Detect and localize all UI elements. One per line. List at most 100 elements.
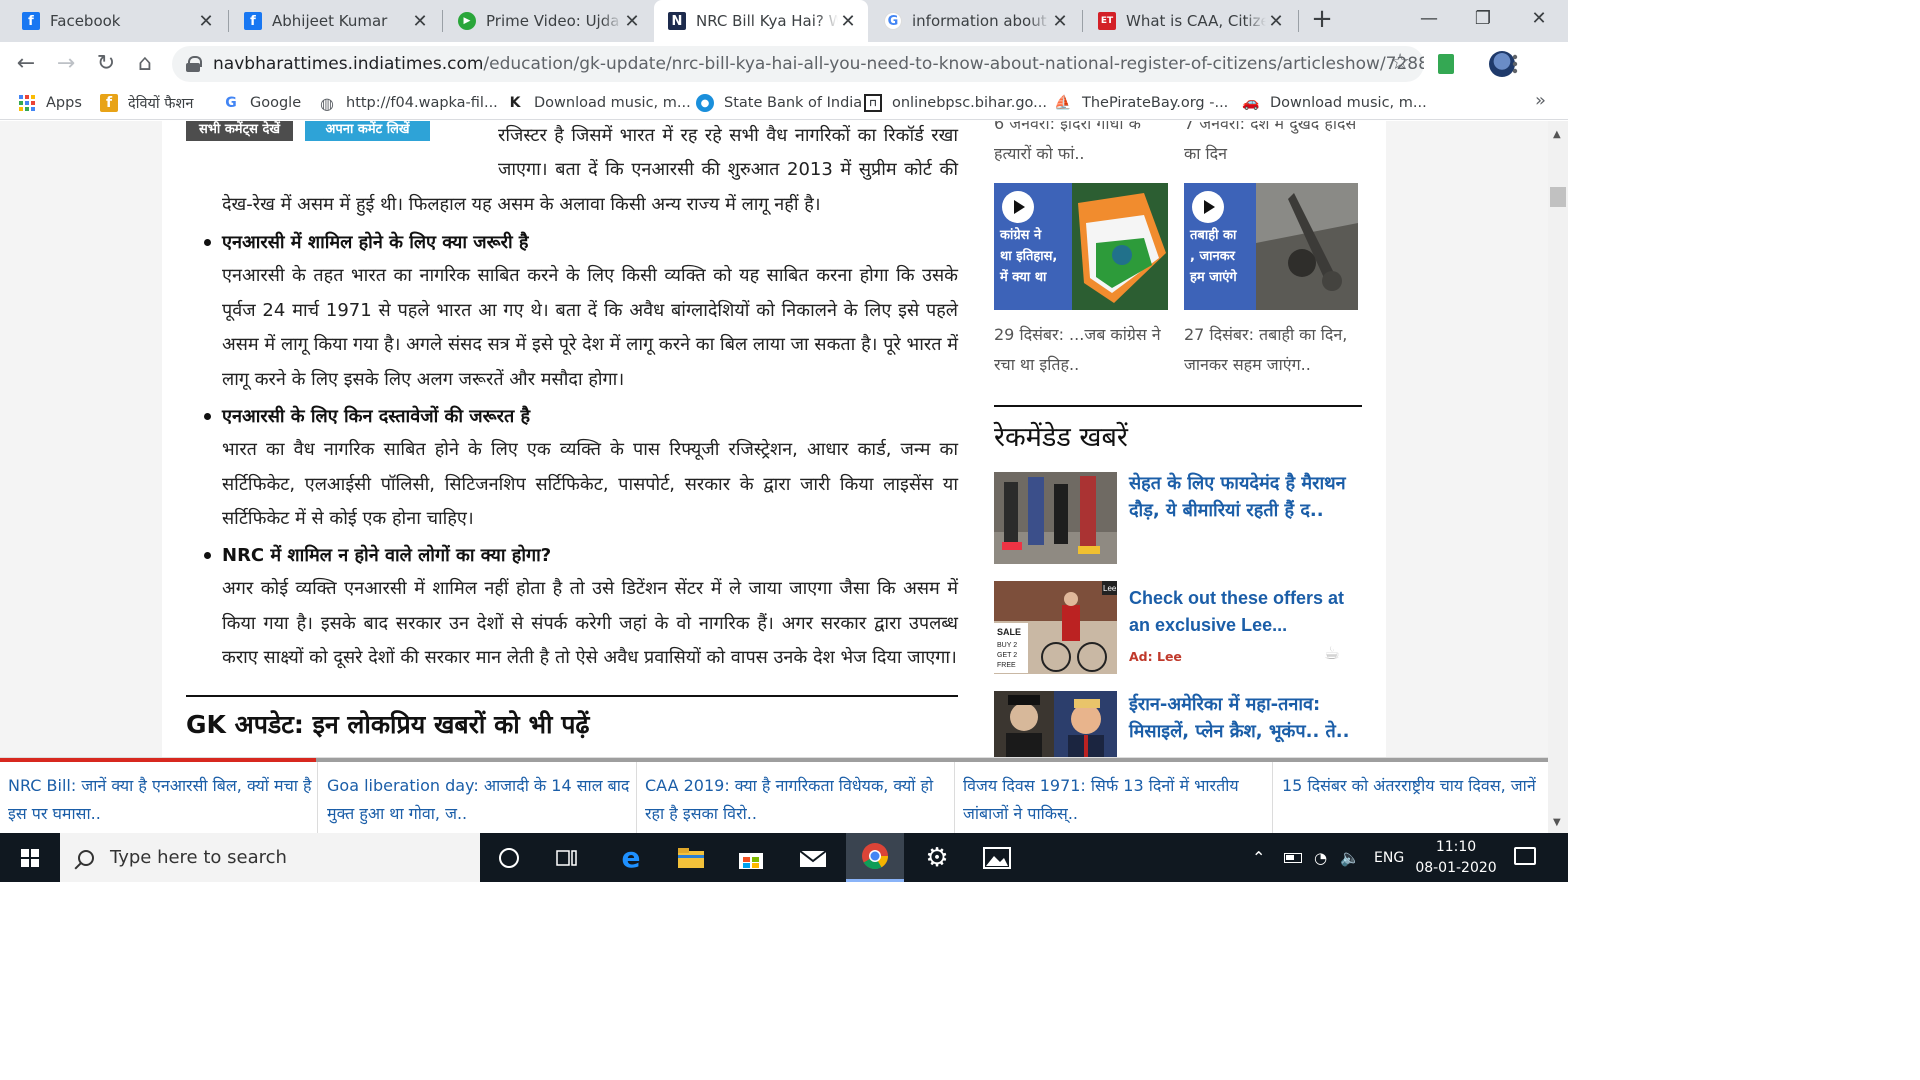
url-domain: navbharattimes.indiatimes.com xyxy=(213,54,484,74)
tab-strip: f Facebook ✕ f Abhijeet Kumar ✕ ▶ Prime … xyxy=(0,0,1568,42)
close-window-button[interactable]: ✕ xyxy=(1512,0,1566,36)
chrome-icon[interactable] xyxy=(846,833,904,882)
marathon-image[interactable] xyxy=(994,472,1117,564)
tab-separator xyxy=(1298,10,1299,32)
bookmark-google[interactable]: G Google xyxy=(222,92,301,114)
svg-text:SALE: SALE xyxy=(997,627,1021,637)
apps-grid-icon xyxy=(19,95,35,111)
bookmark-wapka[interactable]: ◍ http://f04.wapka-fil... xyxy=(318,92,498,114)
edge-browser-icon[interactable]: e xyxy=(602,833,660,882)
restore-button[interactable]: ❐ xyxy=(1456,0,1510,36)
recommended-link[interactable]: Check out these offers at an exclusive L… xyxy=(1129,585,1369,639)
bookmark-download-music-2[interactable]: 🚗 Download music, m... xyxy=(1242,92,1426,114)
extension-icon[interactable] xyxy=(1438,54,1454,74)
bookmark-star-icon[interactable]: ☆ xyxy=(1390,50,1410,75)
scroll-up-arrow-icon[interactable]: ▲ xyxy=(1553,129,1561,140)
bookmark-download-music[interactable]: K Download music, m... xyxy=(506,92,691,114)
facebook-icon: f xyxy=(244,12,262,30)
section-heading: एनआरसी के लिए किन दस्तावेजों की जरूरत है xyxy=(204,404,530,428)
write-comment-button[interactable]: अपना कमेंट लिखें xyxy=(305,121,430,141)
new-tab-button[interactable]: + xyxy=(1308,6,1336,34)
tab-google-search[interactable]: G information about ca ✕ xyxy=(870,0,1080,42)
close-icon[interactable]: ✕ xyxy=(196,11,216,32)
view-comments-button[interactable]: सभी कमेंट्स देखें xyxy=(186,121,293,141)
task-view-icon[interactable] xyxy=(538,833,596,882)
ticker-link[interactable]: विजय दिवस 1971: सिर्फ 13 दिनों में भारती… xyxy=(963,772,1267,828)
bookmark-piratebay[interactable]: ⛵ ThePirateBay.org -... xyxy=(1054,92,1228,114)
video-thumbnail[interactable]: तबाही का , जानकर हम जाएंगे xyxy=(1184,183,1358,310)
ticker-link[interactable]: NRC Bill: जानें क्या है एनआरसी बिल, क्यो… xyxy=(8,772,312,828)
prime-video-icon: ▶ xyxy=(458,12,476,30)
scrollbar-thumb[interactable] xyxy=(1550,187,1566,207)
wifi-icon[interactable]: ◔ xyxy=(1314,833,1327,882)
ticker-link[interactable]: 15 दिसंबर को अंतरराष्ट्रीय चाय दिवस, जान… xyxy=(1282,772,1548,800)
cortana-icon[interactable] xyxy=(480,833,538,882)
recommended-link[interactable]: सेहत के लिए फायदेमंद है मैराथन दौड़, ये … xyxy=(1129,470,1369,524)
ticker-separator xyxy=(1272,762,1273,834)
lock-icon[interactable] xyxy=(186,56,203,72)
taskbar-clock[interactable]: 11:10 08-01-2020 xyxy=(1410,837,1502,879)
ticker-progress xyxy=(316,758,1548,762)
iran-usa-photo xyxy=(994,691,1117,757)
folder-glyph xyxy=(678,847,704,868)
settings-gear-icon[interactable]: ⚙ xyxy=(908,833,966,882)
close-icon[interactable]: ✕ xyxy=(622,11,642,32)
article-intro-line: जाएगा। बता दें कि एनआरसी की शुरुआत 2013 … xyxy=(498,159,958,180)
taskbar-search-box[interactable]: Type here to search xyxy=(60,833,480,882)
play-icon[interactable] xyxy=(1002,191,1034,223)
store-icon[interactable] xyxy=(722,833,780,882)
address-bar[interactable]: navbharattimes.indiatimes.com /education… xyxy=(172,46,1424,82)
lee-ad-image[interactable]: SALE BUY 2 GET 2 FREE Lee xyxy=(994,581,1117,674)
video-caption[interactable]: 6 जनवरी: इंदिरा गांधी के हत्यारों को फां… xyxy=(994,121,1172,169)
menu-dots-icon[interactable] xyxy=(1502,50,1528,78)
bookmark-fashion[interactable]: f देवियों फैशन xyxy=(100,92,193,114)
reload-icon[interactable]: ↻ xyxy=(92,50,120,78)
marathon-photo xyxy=(994,472,1117,564)
play-icon[interactable] xyxy=(1192,191,1224,223)
clock-time: 11:10 xyxy=(1435,839,1477,855)
close-icon[interactable]: ✕ xyxy=(410,11,430,32)
video-thumbnail[interactable]: कांग्रेस ने था इतिहास, में क्या था xyxy=(994,183,1168,310)
forward-arrow-icon[interactable]: → xyxy=(52,50,80,78)
photos-icon[interactable] xyxy=(968,833,1026,882)
video-caption[interactable]: 7 जनवरी: देश में दुखद हादसे का दिन xyxy=(1184,121,1362,169)
back-arrow-icon[interactable]: ← xyxy=(12,50,40,78)
home-icon[interactable]: ⌂ xyxy=(131,50,159,78)
close-icon[interactable]: ✕ xyxy=(838,11,858,32)
minimize-button[interactable]: — xyxy=(1402,0,1456,36)
tab-prime-video[interactable]: ▶ Prime Video: Ujda Ch ✕ xyxy=(444,0,652,42)
ticker-link[interactable]: CAA 2019: क्या है नागरिकता विधेयक, क्यों… xyxy=(645,772,949,828)
bookmark-bpsc[interactable]: ⊓ onlinebpsc.bihar.go... xyxy=(864,92,1047,114)
volume-icon[interactable]: 🔈 xyxy=(1340,833,1360,882)
ad-choices-icon[interactable]: ☕ xyxy=(1324,643,1340,664)
bookmark-apps[interactable]: Apps xyxy=(18,92,82,114)
tab-economic-times[interactable]: ET What is CAA, Citizen ✕ xyxy=(1084,0,1296,42)
bookmark-sbi[interactable]: ● State Bank of India xyxy=(696,92,862,114)
tab-facebook[interactable]: f Facebook ✕ xyxy=(8,0,226,42)
video-caption[interactable]: 29 दिसंबर: ...जब कांग्रेस ने रचा था इतिह… xyxy=(994,320,1172,380)
section-body: अगर कोई व्यक्ति एनआरसी में शामिल नहीं हो… xyxy=(222,578,958,668)
google-icon: G xyxy=(225,95,237,111)
recommended-link[interactable]: ईरान-अमेरिका में महा-तनाव: मिसाइलें, प्ल… xyxy=(1129,691,1369,745)
close-icon[interactable]: ✕ xyxy=(1050,11,1070,32)
scroll-down-arrow-icon[interactable]: ▼ xyxy=(1553,817,1561,828)
section-heading: NRC में शामिल न होने वाले लोगों का क्या … xyxy=(204,543,551,567)
action-center-icon[interactable] xyxy=(1514,847,1536,865)
close-icon[interactable]: ✕ xyxy=(1266,11,1286,32)
start-button[interactable] xyxy=(0,833,60,882)
ad-label[interactable]: Ad: Lee xyxy=(1129,649,1182,664)
tab-abhijeet-kumar[interactable]: f Abhijeet Kumar ✕ xyxy=(230,0,440,42)
file-explorer-icon[interactable] xyxy=(662,833,720,882)
bookmarks-overflow-button[interactable]: » xyxy=(1535,90,1546,111)
video-thumb-text: तबाही का , जानकर हम जाएंगे xyxy=(1190,228,1237,285)
ticker-link[interactable]: Goa liberation day: आजादी के 14 साल बाद … xyxy=(327,772,631,828)
language-indicator[interactable]: ENG xyxy=(1374,833,1404,882)
bookmark-label: onlinebpsc.bihar.go... xyxy=(892,95,1047,111)
mail-icon[interactable] xyxy=(784,833,842,882)
tab-nrc-bill[interactable]: N NRC Bill Kya Hai? Wh ✕ xyxy=(654,0,868,42)
battery-icon[interactable] xyxy=(1284,833,1302,882)
iran-usa-image[interactable] xyxy=(994,691,1117,757)
show-hidden-icons-chevron-icon[interactable]: ⌃ xyxy=(1252,833,1265,882)
page-scrollbar[interactable]: ▲ ▼ xyxy=(1548,121,1568,833)
video-caption[interactable]: 27 दिसंबर: तबाही का दिन, जानकर सहम जाएंग… xyxy=(1184,320,1362,380)
